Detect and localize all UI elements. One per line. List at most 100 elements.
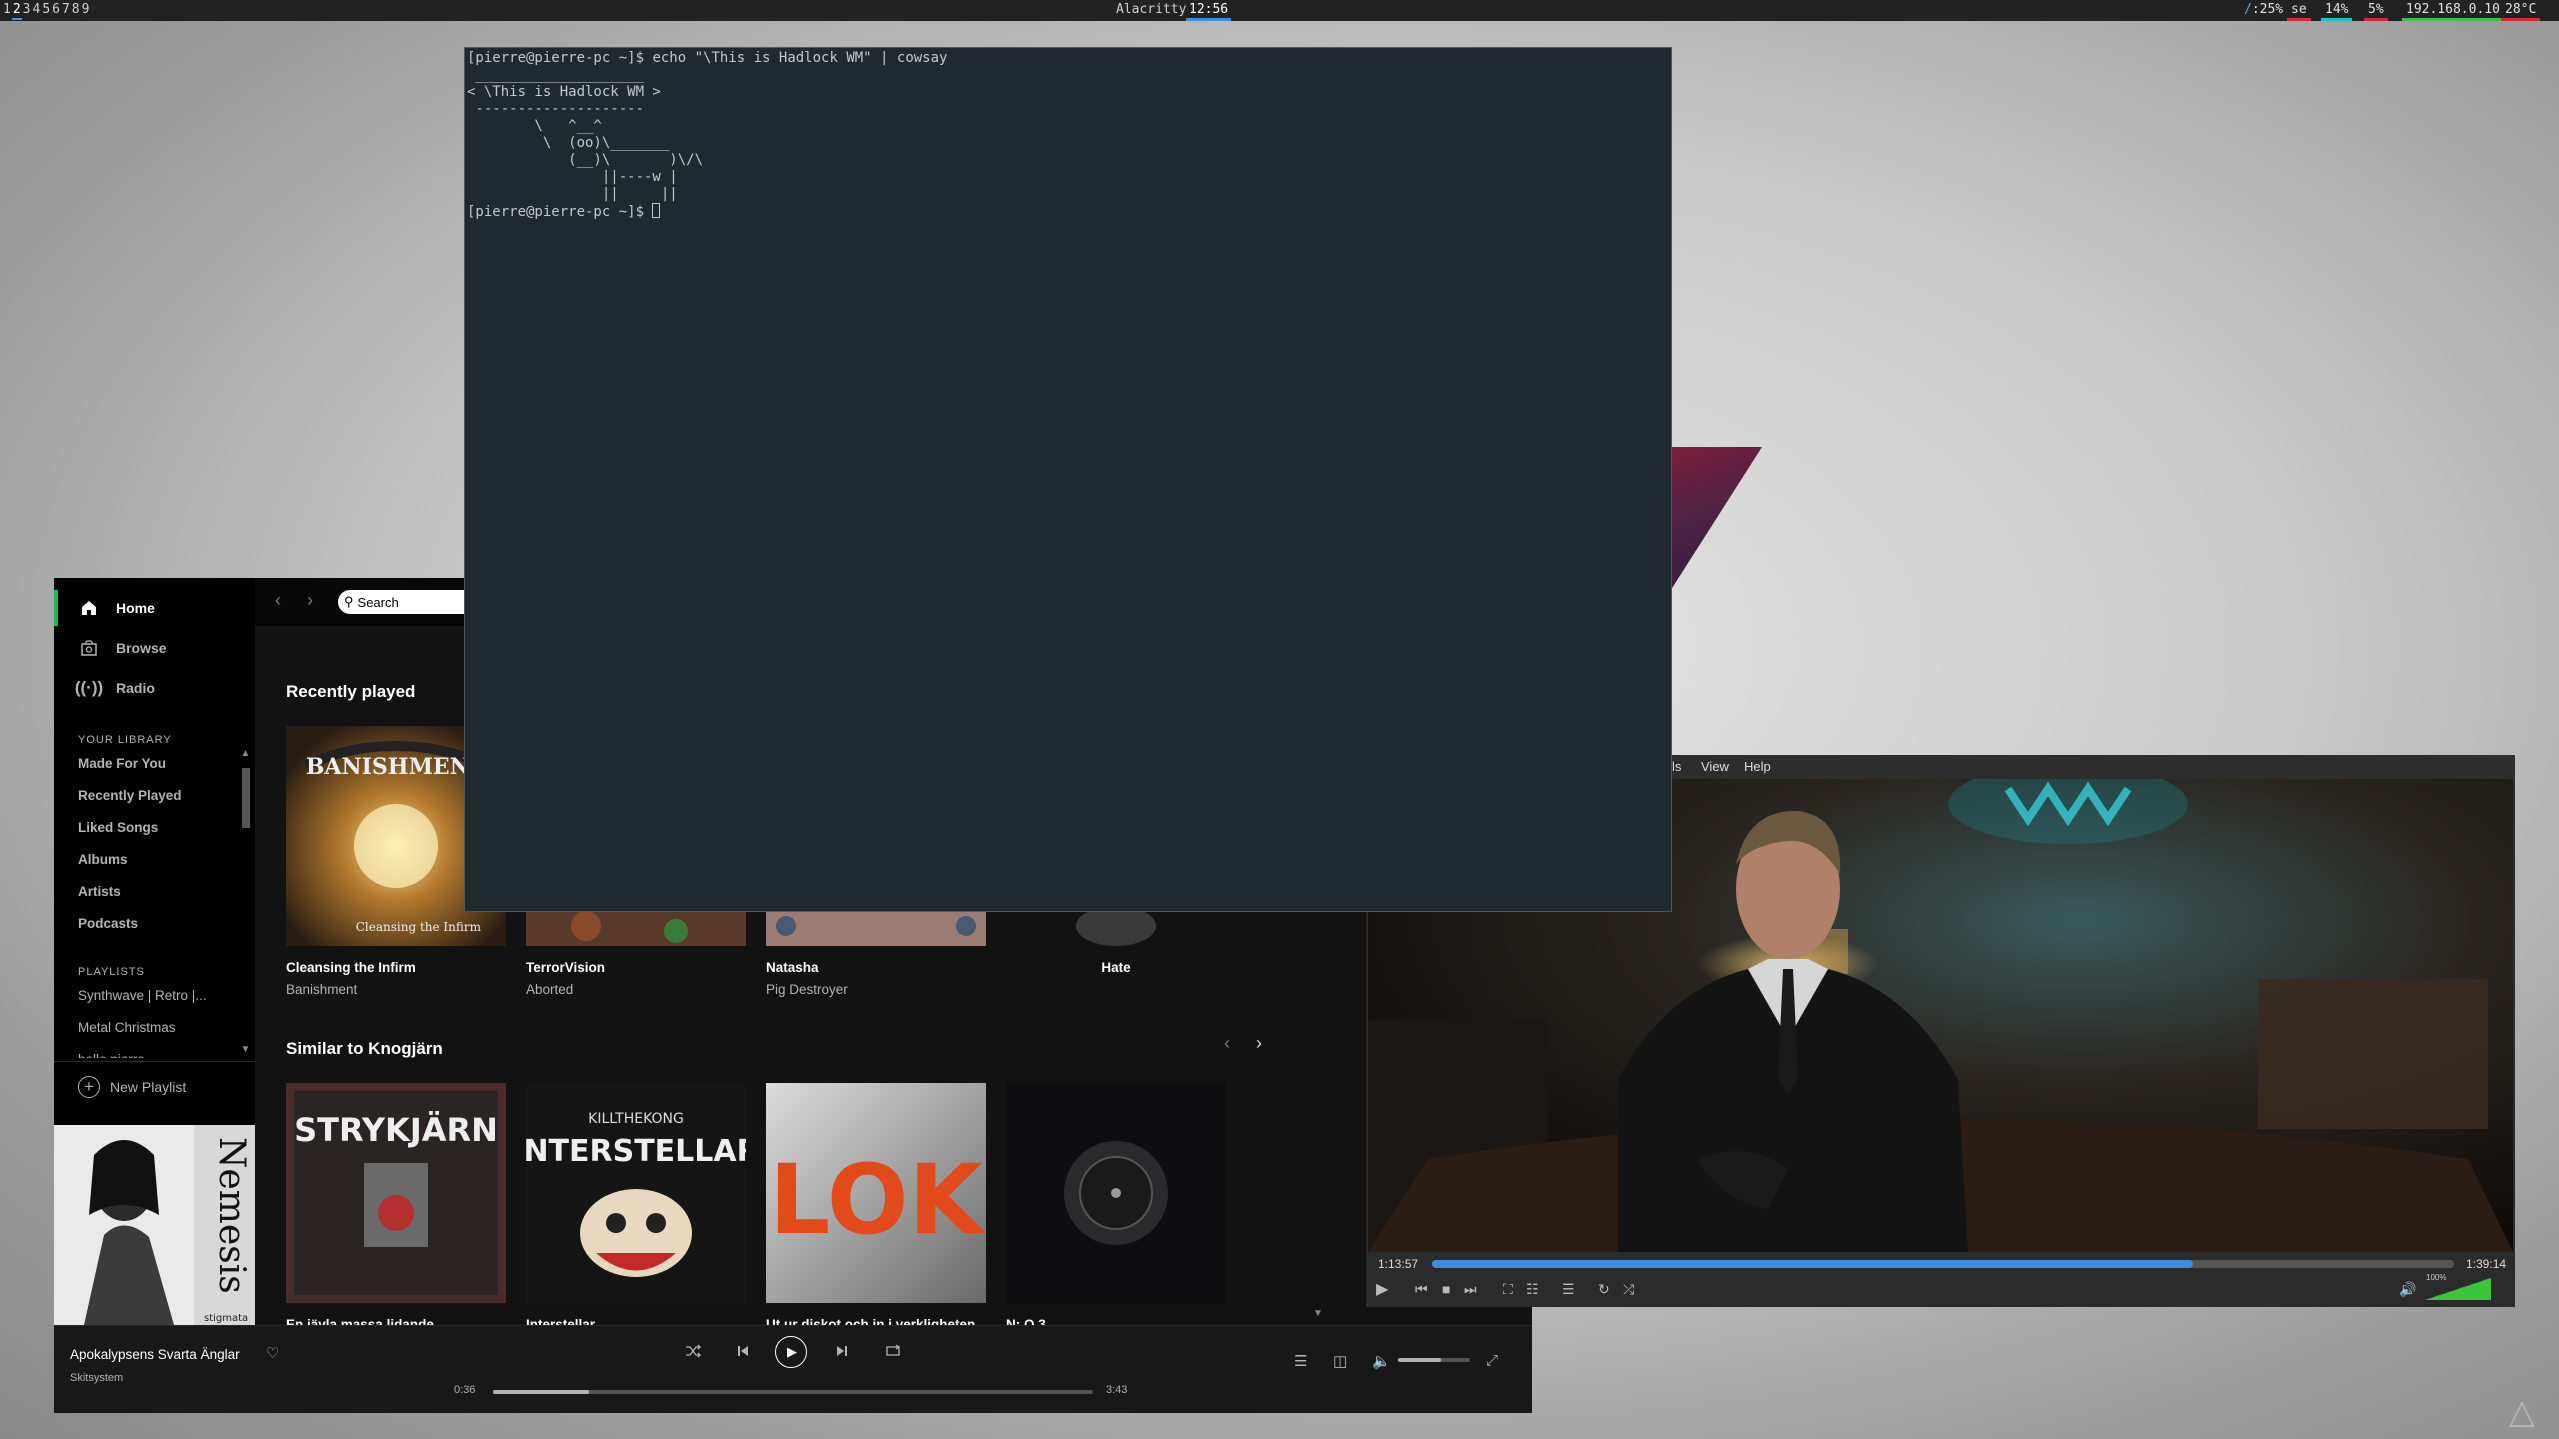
library-made-for-you[interactable]: Made For You	[78, 756, 166, 771]
back-arrow-icon[interactable]: ‹	[275, 590, 281, 611]
nav-browse[interactable]: Browse	[54, 630, 255, 666]
workspace-6[interactable]: 6	[51, 2, 61, 20]
album-artist[interactable]: Banishment	[286, 982, 506, 997]
workspace-9[interactable]: 9	[81, 2, 91, 20]
video-duration: 1:39:14	[2466, 1257, 2507, 1271]
spotify-player-bar: Apokalypsens Svarta Änglar ♡ Skitsystem …	[54, 1325, 1532, 1413]
playlist-item[interactable]: hello pierre	[78, 1052, 145, 1058]
scrollbar-thumb[interactable]	[242, 768, 250, 828]
nav-home[interactable]: Home	[54, 590, 255, 626]
library-artists[interactable]: Artists	[78, 884, 121, 899]
forward-arrow-icon[interactable]: ›	[307, 590, 313, 611]
progress-fill	[493, 1390, 589, 1394]
album-title[interactable]: TerrorVision	[526, 960, 746, 975]
carousel-prev-icon[interactable]: ‹	[1224, 1033, 1230, 1054]
search-icon: ⚲	[344, 594, 354, 609]
main-scroll-down-icon[interactable]: ▼	[1313, 1308, 1323, 1319]
video-equalizer-icon[interactable]: ☷	[1526, 1281, 1539, 1298]
video-elapsed-time: 1:13:57	[1378, 1257, 1419, 1271]
workspace-1[interactable]: 1	[2, 2, 12, 20]
spotify-sidebar: Home Browse ((·)) Radio YOUR LIBRARY Mad…	[54, 578, 255, 1325]
keyboard-layout: se	[2287, 0, 2311, 21]
album-title[interactable]: Hate	[1006, 960, 1226, 975]
svg-text:BANISHMENT: BANISHMENT	[306, 754, 487, 780]
sidebar-scrollbar[interactable]: ▲ ▼	[239, 748, 252, 1058]
devices-icon[interactable]: ◫	[1333, 1352, 1347, 1370]
radio-icon: ((·))	[74, 678, 104, 697]
video-play-icon[interactable]: ▶	[1376, 1279, 1388, 1299]
playlist-item[interactable]: Metal Christmas	[78, 1020, 176, 1035]
cpu-status: /:25%	[2244, 2, 2284, 17]
terminal-content[interactable]: [pierre@pierre-pc ~]$ echo "\This is Had…	[467, 50, 947, 221]
queue-icon[interactable]: ☰	[1294, 1352, 1307, 1370]
video-playlist-icon[interactable]: ☰	[1562, 1281, 1575, 1298]
album-card[interactable]: STRYKJÄRN En jävla massa lidande	[286, 1083, 506, 1327]
library-podcasts[interactable]: Podcasts	[78, 916, 138, 931]
video-next-icon[interactable]: ⏭	[1464, 1281, 1477, 1298]
wallpaper-shape	[1660, 447, 1762, 607]
terminal-command: echo "\This is Hadlock WM" | cowsay	[652, 50, 948, 66]
video-shuffle-icon[interactable]: ⤮	[1623, 1281, 1634, 1298]
workspace-5[interactable]: 5	[41, 2, 51, 20]
playlist-item[interactable]: Synthwave | Retro |...	[78, 988, 207, 1003]
menu-help[interactable]: Help	[1744, 759, 1771, 774]
video-stop-icon[interactable]: ■	[1442, 1281, 1450, 1297]
menu-tools[interactable]: ls	[1672, 759, 1681, 774]
wallpaper-logo-icon: △	[2508, 1392, 2536, 1432]
menu-view[interactable]: View	[1701, 759, 1729, 774]
workspace-8[interactable]: 8	[71, 2, 81, 20]
scroll-down-icon[interactable]: ▼	[239, 1044, 252, 1055]
library-albums[interactable]: Albums	[78, 852, 128, 867]
cover-text: stigmata	[204, 1313, 248, 1324]
volume-slider[interactable]	[1398, 1358, 1470, 1362]
repeat-icon[interactable]	[885, 1344, 901, 1362]
library-recently-played[interactable]: Recently Played	[78, 788, 182, 803]
album-title[interactable]: Natasha	[766, 960, 986, 975]
album-art: LOK	[766, 1083, 986, 1303]
volume-icon[interactable]: 🔈	[1372, 1352, 1391, 1370]
album-art: KILLTHEKONG INTERSTELLAR	[526, 1083, 746, 1303]
nav-radio[interactable]: ((·)) Radio	[54, 670, 255, 706]
play-button[interactable]: ▶	[775, 1336, 807, 1368]
workspace-2[interactable]: 2	[11, 2, 22, 20]
progress-bar[interactable]	[493, 1390, 1093, 1394]
video-fullscreen-icon[interactable]: ⛶	[1503, 1281, 1513, 1298]
shuffle-icon[interactable]	[685, 1344, 701, 1362]
similar-heading: Similar to Knogjärn	[286, 1039, 443, 1058]
album-card[interactable]: N: O 3	[1006, 1083, 1226, 1327]
heart-icon[interactable]: ♡	[266, 1344, 279, 1362]
album-title[interactable]: Cleansing the Infirm	[286, 960, 506, 975]
fullscreen-icon[interactable]: ⤢	[1486, 1352, 1498, 1369]
workspace-4[interactable]: 4	[31, 2, 41, 20]
video-volume-icon[interactable]: 🔊	[2399, 1281, 2416, 1298]
album-card[interactable]: LOK Ut ur diskot och in i verkligheten	[766, 1083, 986, 1327]
previous-track-icon[interactable]	[736, 1344, 750, 1362]
workspace-3[interactable]: 3	[22, 2, 32, 20]
plus-icon: +	[78, 1076, 100, 1098]
elapsed-time: 0:36	[454, 1384, 476, 1396]
svg-text:Nemesis: Nemesis	[211, 1137, 252, 1294]
terminal-prompt: [pierre@pierre-pc ~]$	[467, 50, 645, 66]
workspace-7[interactable]: 7	[61, 2, 71, 20]
album-artist[interactable]: Aborted	[526, 982, 746, 997]
now-playing-artist[interactable]: Skitsystem	[70, 1372, 123, 1384]
ip-address: 192.168.0.10	[2402, 0, 2504, 21]
terminal-window[interactable]: [pierre@pierre-pc ~]$ echo "\This is Had…	[464, 47, 1672, 912]
scroll-up-icon[interactable]: ▲	[239, 748, 252, 759]
album-artist[interactable]: Pig Destroyer	[766, 982, 986, 997]
carousel-next-icon[interactable]: ›	[1256, 1033, 1262, 1054]
now-playing-cover[interactable]: Nemesis stigmata	[54, 1125, 255, 1325]
now-playing-track[interactable]: Apokalypsens Svarta Änglar	[70, 1347, 240, 1362]
video-loop-icon[interactable]: ↻	[1598, 1281, 1610, 1298]
next-track-icon[interactable]	[835, 1344, 849, 1362]
album-card[interactable]: KILLTHEKONG INTERSTELLAR Interstellar	[526, 1083, 746, 1327]
new-playlist-button[interactable]: + New Playlist	[78, 1076, 186, 1098]
video-previous-icon[interactable]: ⏮	[1415, 1281, 1428, 1298]
video-volume-slider[interactable]	[2425, 1278, 2491, 1300]
memory-status: 14%	[2321, 0, 2353, 21]
library-heading: YOUR LIBRARY	[78, 734, 172, 746]
album-art-text: LOK	[769, 1144, 986, 1256]
clock: 12:56	[1186, 0, 1232, 21]
library-liked-songs[interactable]: Liked Songs	[78, 820, 158, 835]
video-seek-bar[interactable]	[1432, 1260, 2454, 1268]
